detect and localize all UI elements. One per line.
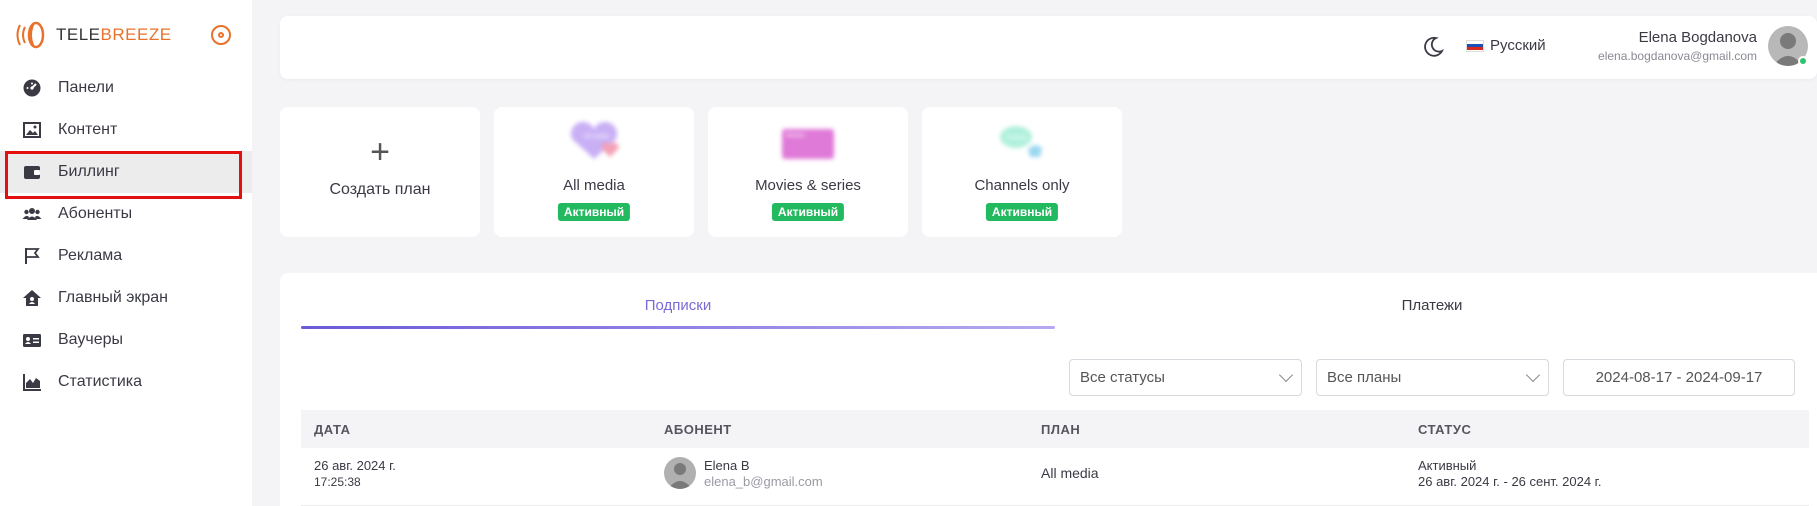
- plan-thumbnail-text: Movies: [786, 133, 805, 139]
- tab-subscriptions[interactable]: Подписки: [301, 297, 1055, 329]
- date-range-value: 2024-08-17 - 2024-09-17: [1595, 369, 1763, 386]
- status-badge: Активный: [985, 203, 1059, 221]
- subscriptions-panel: Подписки Платежи Все статусы Все планы 2…: [280, 273, 1817, 506]
- subscriber-cell: Elena B elena_b@gmail.com: [704, 458, 823, 489]
- russia-flag-icon: [1466, 39, 1484, 52]
- plan-card-movies-series[interactable]: Movies Movies & series Активный: [708, 107, 908, 237]
- plan-thumbnail-text: All media: [584, 134, 609, 140]
- sidebar-item-label: Ваучеры: [58, 331, 124, 348]
- row-time: 17:25:38: [314, 475, 361, 489]
- plan-thumbnail: Movies: [782, 129, 834, 159]
- status-badge: Активный: [771, 203, 845, 221]
- column-header-status: СТАТУС: [1418, 422, 1472, 437]
- column-header-plan: ПЛАН: [1041, 422, 1081, 437]
- user-info[interactable]: Elena Bogdanova elena.bogdanova@gmail.co…: [1598, 29, 1757, 63]
- plan-card-all-media[interactable]: All media All media Активный: [494, 107, 694, 237]
- wallet-icon: [22, 162, 42, 182]
- sidebar-item-label: Реклама: [58, 247, 123, 264]
- brand-name-part2: BREEZE: [100, 25, 172, 44]
- user-email: elena.bogdanova@gmail.com: [1598, 49, 1757, 63]
- column-header-subscriber: АБОНЕНТ: [664, 422, 732, 437]
- moon-icon[interactable]: [1421, 35, 1445, 59]
- sidebar: TELEBREEZE Панели Контент Биллинг Абонен…: [0, 0, 252, 506]
- sidebar-nav: Панели Контент Биллинг Абоненты Реклама: [0, 67, 252, 403]
- chevron-down-icon: [1278, 367, 1294, 383]
- status-badge: Активный: [557, 203, 631, 221]
- sidebar-item-label: Абоненты: [58, 205, 133, 222]
- sidebar-item-panels[interactable]: Панели: [0, 67, 252, 109]
- chart-icon: [22, 372, 42, 392]
- sidebar-item-label: Панели: [58, 79, 114, 96]
- create-plan-label: Создать план: [329, 181, 431, 198]
- avatar: [664, 457, 696, 489]
- tab-payments[interactable]: Платежи: [1055, 297, 1809, 325]
- users-icon: [22, 204, 42, 224]
- plus-icon: +: [370, 133, 390, 171]
- plan-name: All media: [563, 177, 625, 194]
- id-card-icon: [22, 330, 42, 350]
- language-selector[interactable]: Русский: [1466, 37, 1546, 54]
- language-label: Русский: [1490, 37, 1546, 54]
- sidebar-item-ads[interactable]: Реклама: [0, 235, 252, 277]
- plan-filter-select[interactable]: Все планы: [1316, 359, 1549, 396]
- plan-filter-value: Все планы: [1327, 369, 1402, 386]
- plan-card-channels-only[interactable]: Channels Channels only Активный: [922, 107, 1122, 237]
- row-period: 26 авг. 2024 г. - 26 сент. 2024 г.: [1418, 474, 1602, 489]
- tab-bar: Подписки Платежи: [301, 297, 1817, 329]
- settings-icon[interactable]: [211, 25, 231, 45]
- sidebar-item-content[interactable]: Контент: [0, 109, 252, 151]
- plan-thumbnail: Channels: [1000, 126, 1042, 157]
- chevron-down-icon: [1525, 367, 1541, 383]
- status-filter-value: Все статусы: [1080, 369, 1165, 386]
- date-range-input[interactable]: 2024-08-17 - 2024-09-17: [1563, 359, 1795, 396]
- status-filter-select[interactable]: Все статусы: [1069, 359, 1302, 396]
- sidebar-item-billing[interactable]: Биллинг: [0, 151, 252, 199]
- subscriber-name: Elena B: [704, 458, 750, 473]
- sidebar-item-label: Статистика: [58, 373, 143, 390]
- brand-name-part1: TELE: [56, 25, 101, 44]
- sidebar-item-home-screen[interactable]: Главный экран: [0, 277, 252, 319]
- plan-name: Channels only: [974, 177, 1070, 194]
- plan-name: Movies & series: [755, 177, 861, 194]
- sidebar-item-subscribers[interactable]: Абоненты: [0, 193, 252, 235]
- dashboard-icon: [22, 78, 42, 98]
- sidebar-item-statistics[interactable]: Статистика: [0, 361, 252, 403]
- table-row[interactable]: 26 авг. 2024 г. 17:25:38 Elena B elena_b…: [301, 448, 1809, 506]
- create-plan-button[interactable]: + Создать план: [280, 107, 480, 237]
- sidebar-item-label: Контент: [58, 121, 118, 138]
- telebreeze-logo-icon: [16, 21, 45, 49]
- row-date: 26 авг. 2024 г.: [314, 458, 396, 473]
- home-icon: [22, 288, 42, 308]
- status-cell: Активный 26 авг. 2024 г. - 26 сент. 2024…: [1418, 458, 1601, 489]
- top-bar: Русский Elena Bogdanova elena.bogdanova@…: [280, 16, 1817, 79]
- online-status-indicator: [1798, 56, 1808, 66]
- logo[interactable]: TELEBREEZE: [14, 20, 172, 50]
- column-header-date: ДАТА: [314, 422, 351, 437]
- row-status: Активный: [1418, 458, 1477, 473]
- table-header: ДАТА АБОНЕНТ ПЛАН СТАТУС: [301, 410, 1809, 448]
- plan-thumbnail: All media: [570, 121, 619, 159]
- sidebar-item-vouchers[interactable]: Ваучеры: [0, 319, 252, 361]
- user-name: Elena Bogdanova: [1638, 29, 1757, 46]
- image-icon: [22, 120, 42, 140]
- plan-thumbnail-text: Channels: [1006, 135, 1028, 141]
- subscriber-email: elena_b@gmail.com: [704, 474, 823, 489]
- flag-icon: [22, 246, 42, 266]
- date-cell: 26 авг. 2024 г. 17:25:38: [314, 458, 396, 489]
- sidebar-item-label: Биллинг: [58, 163, 120, 180]
- sidebar-item-label: Главный экран: [58, 289, 169, 306]
- plan-cell: All media: [1041, 465, 1099, 481]
